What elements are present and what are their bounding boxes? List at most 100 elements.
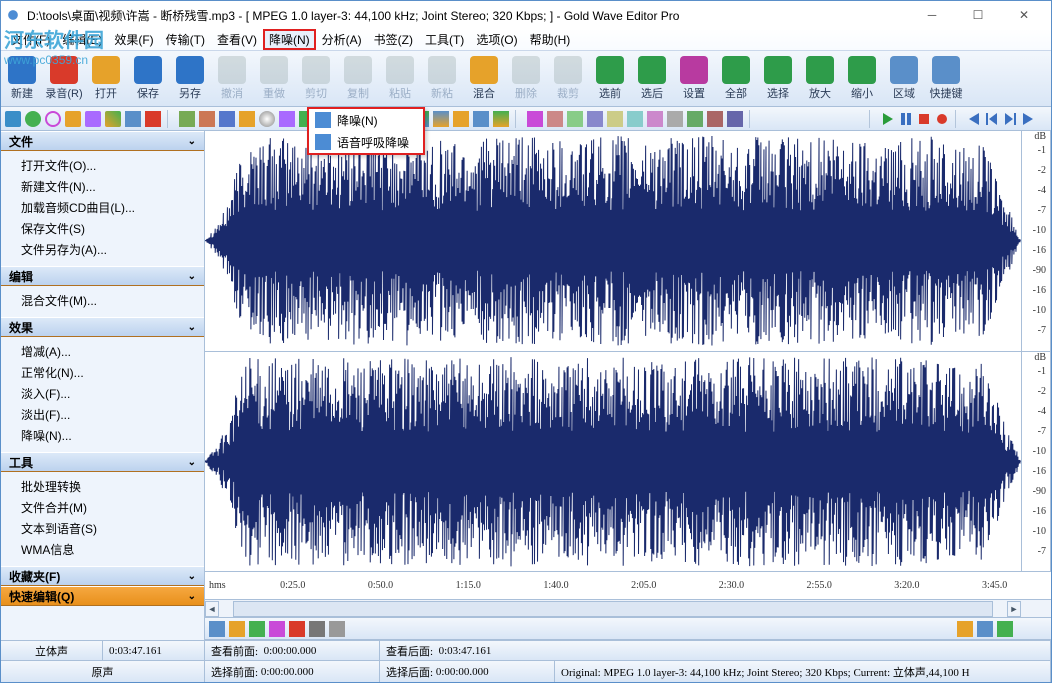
scroll-track[interactable] (233, 601, 993, 617)
skip-fwd-icon[interactable] (1003, 112, 1017, 126)
select-button[interactable]: 选择 (757, 51, 799, 106)
sel-after-button[interactable]: 选后 (631, 51, 673, 106)
fx-icon[interactable] (279, 111, 295, 127)
stop-icon[interactable] (917, 112, 931, 126)
record-icon[interactable] (935, 112, 949, 126)
spec-6-icon[interactable] (627, 111, 643, 127)
disc-icon[interactable] (259, 111, 275, 127)
sidebar-section-文件[interactable]: 文件⌄ (1, 131, 204, 151)
sidebar-item[interactable]: WMA信息 (21, 539, 204, 560)
folder-icon[interactable] (239, 111, 255, 127)
zoom-all-icon[interactable] (249, 621, 265, 637)
sel-end-icon[interactable] (5, 111, 21, 127)
tool-2-icon[interactable] (199, 111, 215, 127)
sidebar-item[interactable]: 正常化(N)... (21, 362, 204, 383)
spec-1-icon[interactable] (527, 111, 543, 127)
sidebar-footer-1[interactable]: 快速编辑(Q)⌄ (1, 586, 204, 606)
sidebar-item[interactable]: 文件合并(M) (21, 497, 204, 518)
region-icon[interactable] (145, 111, 161, 127)
cursor-1-icon[interactable] (309, 621, 325, 637)
spec-7-icon[interactable] (647, 111, 663, 127)
tool-3-icon[interactable] (219, 111, 235, 127)
tool-1-icon[interactable] (179, 111, 195, 127)
pause-icon[interactable] (899, 112, 913, 126)
spec-9-icon[interactable] (687, 111, 703, 127)
cursor-2-icon[interactable] (329, 621, 345, 637)
sidebar-item[interactable]: 混合文件(M)... (21, 290, 204, 311)
sidebar-item[interactable]: 保存文件(S) (21, 218, 204, 239)
scroll-lock-icon[interactable] (997, 621, 1013, 637)
record-button[interactable]: 录音(R) (43, 51, 85, 106)
pencil-icon[interactable] (957, 621, 973, 637)
maximize-button[interactable]: ☐ (955, 1, 1001, 29)
sidebar-item[interactable]: 文件另存为(A)... (21, 239, 204, 260)
spec-11-icon[interactable] (727, 111, 743, 127)
menu-6[interactable]: 分析(A) (316, 29, 368, 50)
sidebar-section-效果[interactable]: 效果⌄ (1, 317, 204, 337)
loop-icon[interactable] (45, 111, 61, 127)
rewind-icon[interactable] (967, 112, 981, 126)
open-button[interactable]: 打开 (85, 51, 127, 106)
play-sel-icon[interactable] (25, 111, 41, 127)
waveform-left-channel[interactable] (205, 131, 1021, 351)
goto-icon[interactable] (125, 111, 141, 127)
ffwd-icon[interactable] (1021, 112, 1035, 126)
zoom-v-icon[interactable] (269, 621, 285, 637)
spec-10-icon[interactable] (707, 111, 723, 127)
menu-8[interactable]: 工具(T) (419, 29, 470, 50)
zoom-sel-icon[interactable] (229, 621, 245, 637)
eq-6-icon[interactable] (473, 111, 489, 127)
sidebar-item[interactable]: 淡出(F)... (21, 404, 204, 425)
minimize-button[interactable]: ─ (909, 1, 955, 29)
sidebar-item[interactable]: 批处理转换 (21, 476, 204, 497)
sidebar-item[interactable]: 降噪(N)... (21, 425, 204, 446)
dropdown-item-0[interactable]: 降噪(N) (309, 109, 423, 131)
marker-icon[interactable] (105, 111, 121, 127)
sidebar-footer-0[interactable]: 收藏夹(F)⌄ (1, 566, 204, 586)
sel-before-button[interactable]: 选前 (589, 51, 631, 106)
eq-5-icon[interactable] (453, 111, 469, 127)
eq-4-icon[interactable] (433, 111, 449, 127)
menu-0[interactable]: 文件(F) (5, 29, 56, 50)
new-button[interactable]: 新建 (1, 51, 43, 106)
dropdown-item-1[interactable]: 语音呼吸降噪 (309, 131, 423, 153)
highlight-icon[interactable] (977, 621, 993, 637)
sidebar-item[interactable]: 加载音频CD曲目(L)... (21, 197, 204, 218)
spec-8-icon[interactable] (667, 111, 683, 127)
play-icon[interactable] (881, 112, 895, 126)
menu-4[interactable]: 查看(V) (211, 29, 263, 50)
saveas-button[interactable]: 另存 (169, 51, 211, 106)
waveform-right-channel[interactable] (205, 352, 1021, 572)
sidebar-item[interactable]: 淡入(F)... (21, 383, 204, 404)
save-button[interactable]: 保存 (127, 51, 169, 106)
menu-3[interactable]: 传输(T) (160, 29, 211, 50)
scroll-left-button[interactable]: ◄ (205, 601, 219, 617)
mix-button[interactable]: 混合 (463, 51, 505, 106)
menu-5[interactable]: 降噪(N) (263, 29, 316, 50)
spec-5-icon[interactable] (607, 111, 623, 127)
zoom-in-button[interactable]: 放大 (799, 51, 841, 106)
all-button[interactable]: 全部 (715, 51, 757, 106)
sidebar-section-工具[interactable]: 工具⌄ (1, 452, 204, 472)
sidebar-item[interactable]: 打开文件(O)... (21, 155, 204, 176)
cue-b-icon[interactable] (85, 111, 101, 127)
spec-4-icon[interactable] (587, 111, 603, 127)
menu-9[interactable]: 选项(O) (470, 29, 523, 50)
menu-2[interactable]: 效果(F) (108, 29, 159, 50)
sidebar-item[interactable]: 文本到语音(S) (21, 518, 204, 539)
spec-2-icon[interactable] (547, 111, 563, 127)
menu-7[interactable]: 书签(Z) (368, 29, 419, 50)
cue-a-icon[interactable] (65, 111, 81, 127)
skip-back-icon[interactable] (985, 112, 999, 126)
menu-1[interactable]: 编辑(E) (56, 29, 108, 50)
horizontal-scrollbar[interactable]: ◄ ► (205, 600, 1051, 618)
spec-3-icon[interactable] (567, 111, 583, 127)
sidebar-item[interactable]: 增减(A)... (21, 341, 204, 362)
settings-button[interactable]: 设置 (673, 51, 715, 106)
region-button[interactable]: 区域 (883, 51, 925, 106)
sidebar-item[interactable]: 新建文件(N)... (21, 176, 204, 197)
marker-tool-icon[interactable] (289, 621, 305, 637)
zoom-out-button[interactable]: 缩小 (841, 51, 883, 106)
shortcuts-button[interactable]: 快捷键 (925, 51, 967, 106)
sidebar-section-编辑[interactable]: 编辑⌄ (1, 266, 204, 286)
